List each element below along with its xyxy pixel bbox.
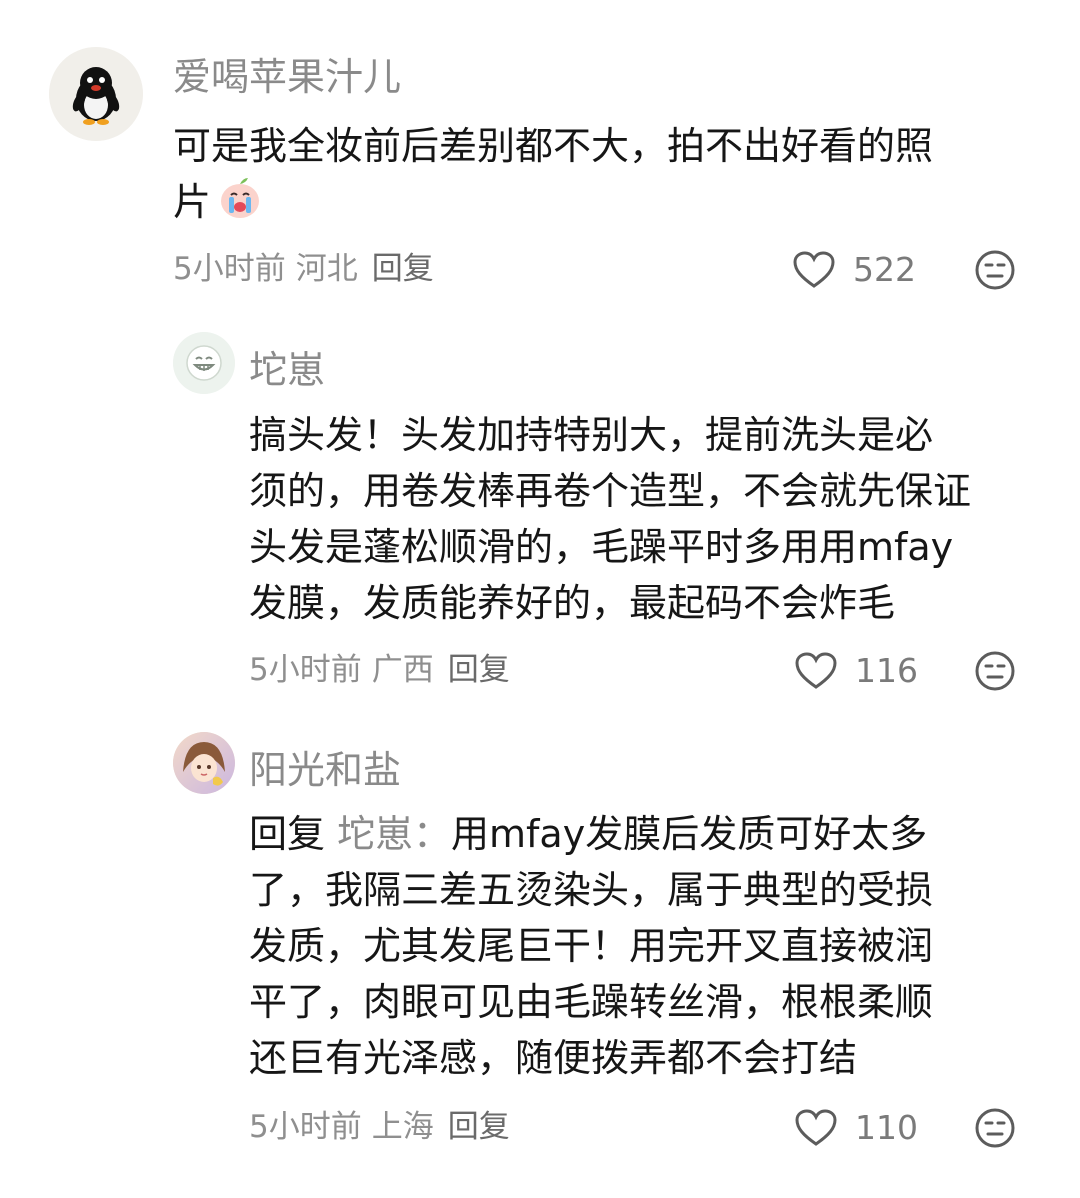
comment-meta: 5小时前 上海 回复 [249,1107,510,1147]
comment-time: 5小时前 [249,652,362,688]
like-count: 116 [855,651,918,690]
reply-target-username[interactable]: 坨崽： [337,812,451,856]
neutral-face-icon [975,250,1015,290]
comment-text-line: 了，我隔三差五烫染头，属于典型的受损 [249,868,934,912]
reply-button[interactable]: 回复 [448,652,510,688]
comment-text: 可是我全妆前后差别都不大，拍不出好看的照 片 [173,118,933,236]
like-count: 110 [855,1108,918,1147]
heart-icon [795,652,837,689]
neutral-face-icon [975,651,1015,691]
heart-icon [793,251,835,288]
comment-meta: 5小时前 广西 回复 [249,650,510,690]
comment-text-line: 可是我全妆前后差别都不大，拍不出好看的照 [173,124,934,168]
comment-username[interactable]: 爱喝苹果汁儿 [173,55,401,99]
comment-text-line: 片 [173,174,933,236]
like-button[interactable]: 110 [795,1106,918,1150]
comment-text-line: 还巨有光泽感，随便拨弄都不会打结 [249,1036,858,1080]
reply-prefix: 回复 [249,812,326,856]
comment-location: 上海 [371,1109,434,1145]
anime-girl-avatar[interactable] [173,732,235,794]
comment-text-fragment: 片 [173,180,212,224]
like-button[interactable]: 522 [793,248,916,292]
dislike-button[interactable] [974,249,1016,291]
comment-3: 阳光和盐 回复 坨崽：用mfay发膜后发质可好太多 了，我隔三差五烫染头，属于典型… [0,720,1080,1198]
comment-text-fragment: 用mfay发膜后发质可好太多 [451,812,928,856]
comment-text-line: 搞头发！头发加持特别大，提前洗头是必 [249,413,934,457]
reply-button[interactable]: 回复 [448,1109,510,1145]
comment-text-line: 回复 坨崽：用mfay发膜后发质可好太多 [249,806,933,862]
comment-meta: 5小时前 河北 回复 [173,249,434,289]
comment-location: 广西 [371,652,434,688]
dislike-button[interactable] [974,1107,1016,1149]
comment-time: 5小时前 [173,251,286,287]
comment-time: 5小时前 [249,1109,362,1145]
comment-text-line: 平了，肉眼可见由毛躁转丝滑，根根柔顺 [249,980,934,1024]
comment-username[interactable]: 阳光和盐 [249,748,401,792]
comment-text: 回复 坨崽：用mfay发膜后发质可好太多 了，我隔三差五烫染头，属于典型的受损 发… [249,806,933,1086]
heart-icon [795,1109,837,1146]
smiley-face-avatar[interactable] [173,332,235,394]
crying-peach-emoji-icon [217,175,263,236]
comment-text-line: 须的，用卷发棒再卷个造型，不会就先保证 [249,469,972,513]
reply-button[interactable]: 回复 [372,251,434,287]
dislike-button[interactable] [974,650,1016,692]
penguin-avatar[interactable] [49,47,143,141]
like-button[interactable]: 116 [795,649,918,693]
comment-username[interactable]: 坨崽 [249,348,325,392]
comment-text-line: 发膜，发质能养好的，最起码不会炸毛 [249,581,896,625]
comment-text: 搞头发！头发加持特别大，提前洗头是必 须的，用卷发棒再卷个造型，不会就先保证 头… [249,407,971,631]
comment-2: 坨崽 搞头发！头发加持特别大，提前洗头是必 须的，用卷发棒再卷个造型，不会就先保… [0,320,1080,720]
like-count: 522 [853,250,916,289]
comment-text-line: 发质，尤其发尾巨干！用完开叉直接被润 [249,924,934,968]
comment-location: 河北 [295,251,358,287]
neutral-face-icon [975,1108,1015,1148]
comment-1: 爱喝苹果汁儿 可是我全妆前后差别都不大，拍不出好看的照 片 5小时前 河北 回复 5… [0,0,1080,320]
comment-text-line: 头发是蓬松顺滑的，毛躁平时多用用mfay [249,525,954,569]
